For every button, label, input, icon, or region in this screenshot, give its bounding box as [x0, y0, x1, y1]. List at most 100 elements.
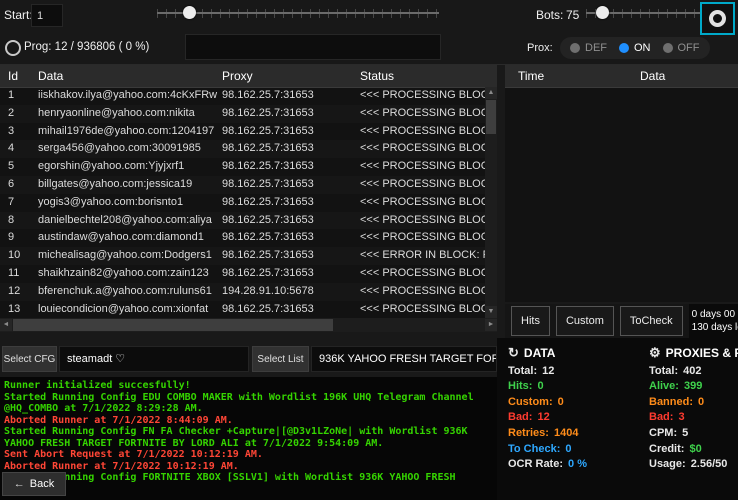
stat-label: Banned: [649, 396, 693, 408]
table-cell: 98.162.25.7:31653 [222, 212, 314, 230]
back-label: Back [30, 478, 54, 490]
table-cell: 98.162.25.7:31653 [222, 194, 314, 212]
stat-label: Hits: [508, 380, 532, 392]
horizontal-scrollbar[interactable]: ◄ ► [0, 318, 497, 332]
stat-value: 1404 [554, 427, 578, 439]
scroll-up-icon[interactable]: ▲ [485, 87, 497, 99]
back-button[interactable]: ← Back [2, 472, 66, 496]
proxy-mode-toggle: DEF ON OFF [560, 37, 710, 59]
log-line: Aborted Runner at 7/1/2022 10:12:19 AM. [4, 461, 493, 473]
proxy-mode-def[interactable]: DEF [570, 42, 607, 54]
log-area: Runner initialized succesfully!Started R… [0, 377, 497, 500]
table-cell: michealisag@yahoo.com:Dodgers1 [38, 247, 212, 265]
scroll-right-icon[interactable]: ► [485, 319, 497, 331]
table-cell: <<< PROCESSING BLOCK [360, 158, 485, 176]
proxy-mode-on[interactable]: ON [619, 42, 651, 54]
col-data: Data [38, 69, 63, 83]
stat-label: Bad: [508, 411, 532, 423]
table-cell: henryaonline@yahoo.com:nikita [38, 105, 195, 123]
stat-label: Alive: [649, 380, 679, 392]
start-input[interactable]: 1 [31, 4, 63, 27]
scroll-left-icon[interactable]: ◄ [0, 319, 12, 331]
table-cell: austindaw@yahoo.com:diamond1 [38, 229, 204, 247]
table-row[interactable]: 2henryaonline@yahoo.com:nikita98.162.25.… [0, 105, 485, 123]
table-row[interactable]: 10michealisag@yahoo.com:Dodgers198.162.2… [0, 247, 485, 265]
stat-value: 0 [698, 396, 704, 408]
stat-row: To Check:0 [508, 443, 640, 455]
table-row[interactable]: 11shaikhzain82@yahoo.com:zain12398.162.2… [0, 265, 485, 283]
table-cell: 3 [8, 123, 14, 141]
col-status: Status [360, 69, 394, 83]
start-slider-handle[interactable] [183, 6, 196, 19]
vertical-scrollbar[interactable]: ▲ ▼ [485, 87, 497, 318]
stat-label: Total: [649, 365, 678, 377]
tab-tocheck[interactable]: ToCheck [620, 306, 683, 336]
gear-icon: ⚙ [649, 345, 661, 361]
top-bar: Start: 1 Bots: 75 Prog: 12 / 936806 ( 0 … [0, 0, 738, 65]
table-row[interactable]: 13louiecondicion@yahoo.com:xionfat98.162… [0, 301, 485, 318]
stat-value: 402 [683, 365, 701, 377]
table-cell: 98.162.25.7:31653 [222, 105, 314, 123]
table-cell: <<< PROCESSING BLOCK [360, 265, 485, 283]
stat-row: Hits: 0 [508, 380, 640, 392]
runner-settings-button[interactable] [700, 2, 735, 35]
table-cell: <<< PROCESSING BLOCK [360, 212, 485, 230]
log-line: Runner initialized succesfully! [4, 380, 493, 392]
stat-row: Custom:0 [508, 396, 640, 408]
stat-row: Alive:399 [649, 380, 738, 392]
radio-dot-icon [619, 43, 629, 53]
start-slider[interactable] [157, 6, 439, 20]
table-cell: <<< PROCESSING BLOCK [360, 194, 485, 212]
stat-value: 5 [682, 427, 688, 439]
stat-value: 0 [558, 396, 564, 408]
table-cell: louiecondicion@yahoo.com:xionfat [38, 301, 208, 318]
scroll-down-icon[interactable]: ▼ [485, 306, 497, 318]
table-cell: iiskhakov.ilya@yahoo.com:4cKxFRw [38, 87, 217, 105]
scrollbar-thumb[interactable] [486, 100, 496, 134]
table-cell: 194.28.91.10:5678 [222, 283, 314, 301]
scrollbar-thumb[interactable] [13, 319, 333, 331]
proxy-mode-label: ON [634, 42, 651, 54]
stat-value: 0 [565, 443, 571, 455]
table-row[interactable]: 4serga456@yahoo.com:3009198598.162.25.7:… [0, 140, 485, 158]
table-cell: 98.162.25.7:31653 [222, 301, 314, 318]
stat-value: 0 % [568, 458, 587, 470]
table-row[interactable]: 12bferenchuk.a@yahoo.com:ruluns61194.28.… [0, 283, 485, 301]
tab-custom[interactable]: Custom [556, 306, 614, 336]
table-cell: 9 [8, 229, 14, 247]
select-list-button[interactable]: Select List [252, 346, 309, 372]
table-cell: 6 [8, 176, 14, 194]
table-row[interactable]: 9austindaw@yahoo.com:diamond198.162.25.7… [0, 229, 485, 247]
table-row[interactable]: 6billgates@yahoo.com:jessica1998.162.25.… [0, 176, 485, 194]
table-row[interactable]: 5egorshin@yahoo.com:Yjyjxrf198.162.25.7:… [0, 158, 485, 176]
data-stats-rows: Total:12Hits:0Custom:0Bad:12Retries:1404… [508, 365, 640, 471]
table-cell: <<< PROCESSING BLOCK [360, 301, 485, 318]
table-row[interactable]: 3mihail1976de@yahoo.com:120419798.162.25… [0, 123, 485, 141]
results-table: Id Data Proxy Status 1iiskhakov.ilya@yah… [0, 65, 497, 332]
progress-radio-icon[interactable] [5, 40, 21, 56]
bots-slider-handle[interactable] [596, 6, 609, 19]
proxy-mode-off[interactable]: OFF [663, 42, 700, 54]
stat-row: OCR Rate: 0 % [508, 458, 640, 470]
stat-row: Banned: 0 [649, 396, 738, 408]
table-row[interactable]: 8danielbechtel208@yahoo.com:aliya98.162.… [0, 212, 485, 230]
cfg-name: steamadt [67, 353, 112, 365]
tab-hits[interactable]: Hits [511, 306, 550, 336]
license-timer: 0 days 00 : 00 130 days left [689, 304, 738, 338]
timer-days-left: 130 days left [692, 321, 738, 334]
stat-label: Total: [508, 365, 537, 377]
table-cell: shaikhzain82@yahoo.com:zain123 [38, 265, 209, 283]
select-cfg-button[interactable]: Select CFG [2, 346, 57, 372]
col-proxy: Proxy [222, 69, 253, 83]
data-stats-group: ↻ DATA Total:12Hits:0Custom:0Bad:12Retri… [508, 345, 640, 470]
col-data: Data [640, 69, 665, 83]
start-label: Start: [4, 8, 33, 22]
runner-window: Start: 1 Bots: 75 Prog: 12 / 936806 ( 0 … [0, 0, 738, 500]
table-cell: <<< PROCESSING BLOCK [360, 123, 485, 141]
bots-slider[interactable] [586, 6, 700, 20]
table-row[interactable]: 1iiskhakov.ilya@yahoo.com:4cKxFRw98.162.… [0, 87, 485, 105]
stat-row: Retries:1404 [508, 427, 640, 439]
stat-label: OCR Rate: [508, 458, 563, 470]
stat-value: 0 [537, 380, 543, 392]
table-row[interactable]: 7yogis3@yahoo.com:borisnto198.162.25.7:3… [0, 194, 485, 212]
